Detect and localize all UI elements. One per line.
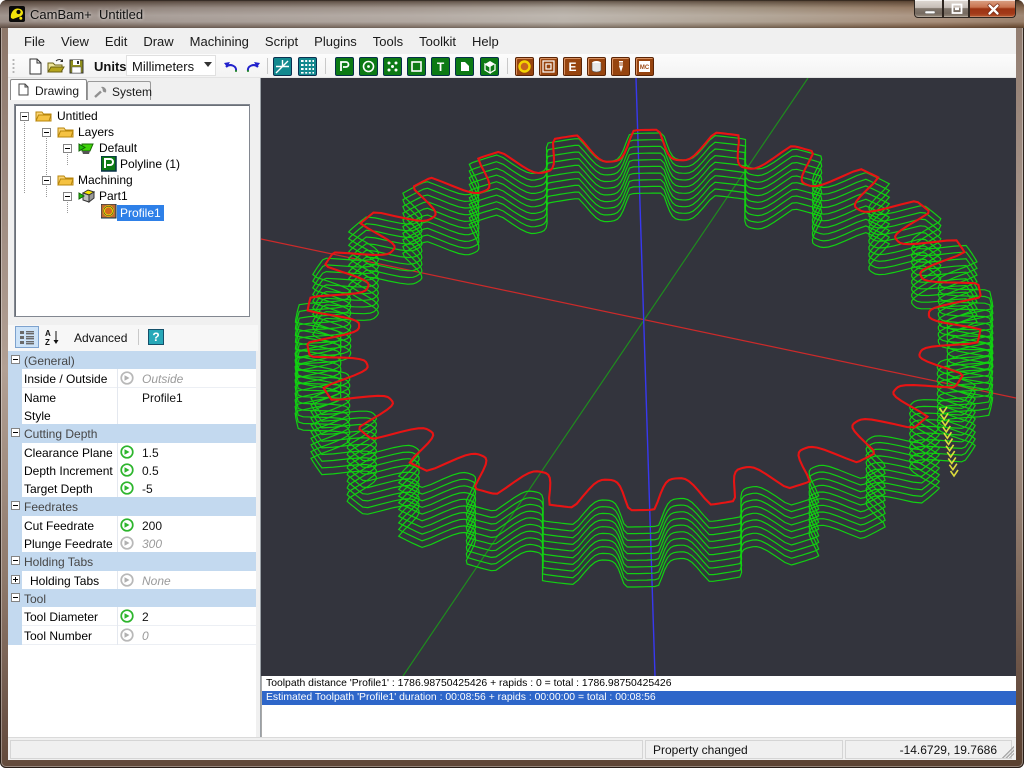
svg-text:Z: Z: [45, 338, 50, 346]
svg-text:A: A: [45, 329, 51, 338]
svg-text:MC: MC: [640, 65, 650, 71]
svg-text:T: T: [437, 60, 445, 74]
svg-text:E: E: [568, 60, 576, 74]
